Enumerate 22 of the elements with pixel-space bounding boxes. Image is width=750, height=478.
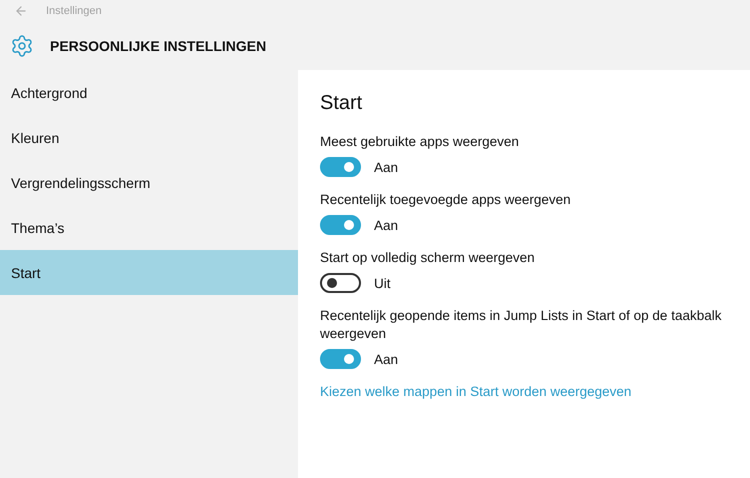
toggle-state: Uit bbox=[374, 276, 390, 290]
toggle-switch[interactable] bbox=[320, 273, 361, 293]
section-title: Start bbox=[320, 92, 364, 115]
settings-icon bbox=[10, 34, 34, 58]
setting-label: Meest gebruikte apps weergeven bbox=[320, 133, 520, 151]
sidebar-item[interactable]: Achtergrond bbox=[0, 70, 298, 115]
toggle-switch[interactable] bbox=[320, 215, 361, 235]
setting-label: Recentelijk toegevoegde apps weergeven bbox=[320, 191, 572, 209]
sidebar-item[interactable]: Vergrendelingsscherm bbox=[0, 160, 298, 205]
toggle-state: Aan bbox=[374, 352, 398, 366]
toggle-state: Aan bbox=[374, 218, 398, 232]
page-title: PERSOONLIJKE INSTELLINGEN bbox=[50, 38, 266, 54]
back-button[interactable] bbox=[14, 4, 28, 18]
toggle-switch[interactable] bbox=[320, 349, 361, 369]
window-title: Instellingen bbox=[46, 5, 102, 17]
sidebar-item[interactable]: Thema’s bbox=[0, 205, 298, 250]
setting-label: Start op volledig scherm weergeven bbox=[320, 249, 536, 267]
sidebar-item[interactable]: Start bbox=[0, 250, 298, 295]
toggle-switch[interactable] bbox=[320, 157, 361, 177]
toggle-state: Aan bbox=[374, 160, 398, 174]
setting-label: Recentelijk geopende items in Jump Lists in Start of op de taakbalk weergeven bbox=[320, 307, 722, 343]
sidebar-item[interactable]: Kleuren bbox=[0, 115, 298, 160]
